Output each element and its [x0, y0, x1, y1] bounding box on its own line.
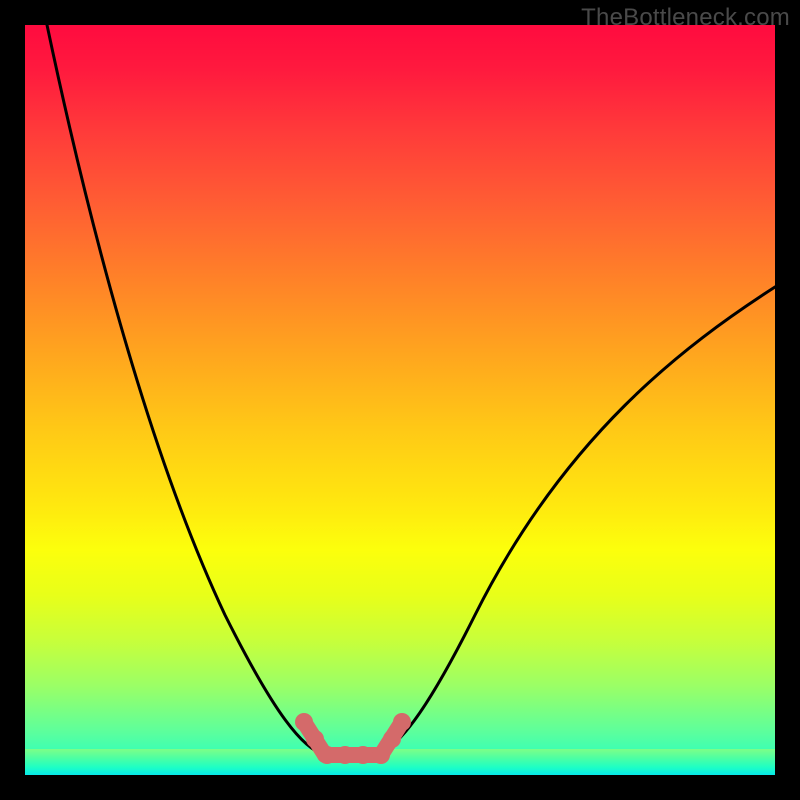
optimal-marker-dots: [295, 713, 411, 764]
bottleneck-curve-svg: [25, 25, 775, 775]
chart-frame: TheBottleneck.com: [0, 0, 800, 800]
plot-area: [25, 25, 775, 775]
bottleneck-curve-path: [47, 25, 775, 755]
